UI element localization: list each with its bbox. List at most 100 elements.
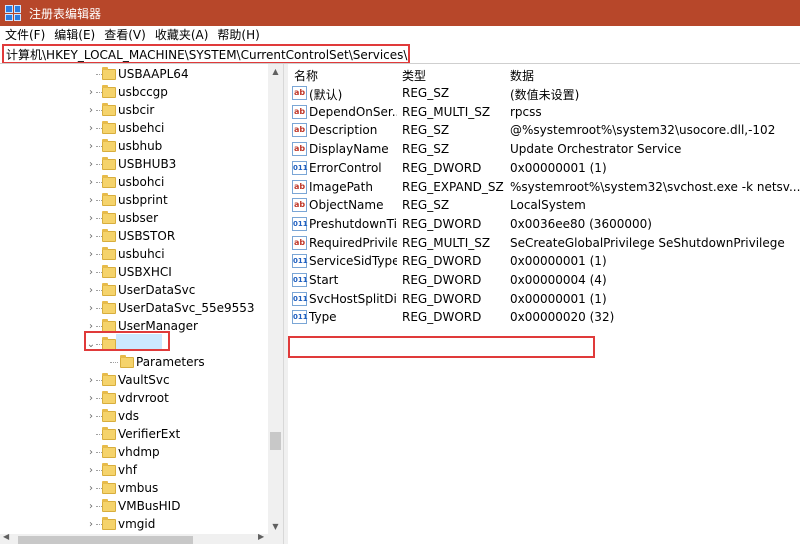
tree-item-label: usbprint xyxy=(118,193,168,207)
value-row[interactable]: 011SvcHostSplitDi... REG_DWORD 0x00000001 … xyxy=(288,290,800,309)
chevron-right-icon[interactable]: › xyxy=(86,141,96,152)
folder-icon xyxy=(102,444,116,458)
string-value-icon: ab xyxy=(292,198,307,213)
tree-item[interactable]: › UserDataSvc_55e9553 xyxy=(0,299,268,317)
tree-scroll-thumb[interactable] xyxy=(270,432,281,450)
string-value-icon: ab xyxy=(292,86,307,100)
tree-item[interactable]: › usbehci xyxy=(0,119,268,137)
tree-vertical-scrollbar[interactable]: ▲ ▼ xyxy=(268,64,283,534)
chevron-right-icon[interactable]: › xyxy=(86,393,96,404)
tree-item[interactable]: › vds xyxy=(0,407,268,425)
tree-item-label: VerifierExt xyxy=(118,427,181,441)
scroll-left-icon[interactable]: ◀ xyxy=(3,532,9,541)
folder-icon xyxy=(102,120,116,134)
scroll-up-icon[interactable]: ▲ xyxy=(268,64,283,79)
scroll-right-icon[interactable]: ▶ xyxy=(258,532,264,541)
value-data: 0x00000001 (1) xyxy=(510,160,607,175)
value-row[interactable]: ab (默认) REG_SZ (数值未设置) xyxy=(288,84,800,103)
folder-icon xyxy=(102,480,116,494)
tree-item[interactable]: VerifierExt xyxy=(0,425,268,443)
tree-item-label: usbcir xyxy=(118,103,155,117)
folder-icon xyxy=(102,156,116,170)
tree-item[interactable]: › VaultSvc xyxy=(0,371,268,389)
tree-item[interactable]: › vhf xyxy=(0,461,268,479)
tree-item-label: vhf xyxy=(118,463,137,477)
value-row[interactable]: 011 ErrorControl REG_DWORD 0x00000001 (1) xyxy=(288,159,800,178)
chevron-right-icon[interactable]: › xyxy=(86,375,96,386)
value-row[interactable]: ab ObjectName REG_SZ LocalSystem xyxy=(288,196,800,215)
value-name: (默认) xyxy=(309,88,343,102)
chevron-right-icon[interactable]: › xyxy=(86,105,96,116)
menu-view[interactable]: 查看(V) xyxy=(99,26,150,44)
key-tree: USBAAPL64 › usbccgp › usbcir › usbehci › usbhub ›… xyxy=(0,64,283,544)
chevron-right-icon[interactable]: › xyxy=(86,213,96,224)
chevron-right-icon[interactable]: › xyxy=(86,321,96,332)
tree-item[interactable]: › usbcir xyxy=(0,101,268,119)
value-type: REG_DWORD xyxy=(402,273,482,287)
tree-item[interactable]: › usbhub xyxy=(0,137,268,155)
value-row[interactable]: 011PreshutdownTi... REG_DWORD 0x0036ee80 (… xyxy=(288,215,800,234)
chevron-right-icon[interactable]: › xyxy=(86,447,96,458)
menu-file[interactable]: 文件(F) xyxy=(0,26,49,44)
chevron-right-icon[interactable]: › xyxy=(86,195,96,206)
chevron-right-icon[interactable]: › xyxy=(86,465,96,476)
tree-hscroll-thumb[interactable] xyxy=(18,536,193,544)
tree-item[interactable]: › USBHUB3 xyxy=(0,155,268,173)
value-row[interactable]: 011 ServiceSidType REG_DWORD 0x00000001 (1) xyxy=(288,252,800,271)
value-row[interactable]: 011 Type REG_DWORD 0x00000020 (32) xyxy=(288,308,800,327)
tree-item[interactable]: › vhdmp xyxy=(0,443,268,461)
chevron-right-icon[interactable]: › xyxy=(86,159,96,170)
chevron-right-icon[interactable]: › xyxy=(86,411,96,422)
chevron-right-icon[interactable]: › xyxy=(86,519,96,530)
tree-horizontal-scrollbar[interactable]: ◀ ▶ xyxy=(0,532,283,544)
tree-item[interactable]: USBAAPL64 xyxy=(0,65,268,83)
scroll-down-icon[interactable]: ▼ xyxy=(268,519,283,534)
value-row[interactable]: ab ImagePath REG_EXPAND_SZ %systemroot%\sys… xyxy=(288,178,800,197)
menu-help[interactable]: 帮助(H) xyxy=(212,26,263,44)
chevron-right-icon[interactable]: › xyxy=(86,249,96,260)
tree-item[interactable]: › vmgid xyxy=(0,515,268,533)
chevron-right-icon[interactable]: › xyxy=(86,483,96,494)
tree-item-label: VMBusHID xyxy=(118,499,181,513)
address-bar[interactable]: 计算机\HKEY_LOCAL_MACHINE\SYSTEM\CurrentCon… xyxy=(2,44,410,64)
chevron-right-icon[interactable]: › xyxy=(86,501,96,512)
chevron-right-icon[interactable]: › xyxy=(86,285,96,296)
tree-item[interactable]: › USBXHCI xyxy=(0,263,268,281)
menu-edit[interactable]: 编辑(E) xyxy=(49,26,99,44)
chevron-right-icon[interactable]: › xyxy=(86,231,96,242)
tree-item[interactable]: › usbser xyxy=(0,209,268,227)
chevron-right-icon[interactable]: › xyxy=(86,87,96,98)
chevron-right-icon[interactable]: › xyxy=(86,267,96,278)
tree-item-label: UserDataSvc_55e9553 xyxy=(118,301,255,315)
folder-icon xyxy=(102,498,116,512)
column-data-header[interactable]: 数据 xyxy=(510,67,534,84)
value-row[interactable]: ab DependOnSer... REG_MULTI_SZ rpcss xyxy=(288,103,800,122)
tree-item[interactable]: › usbohci xyxy=(0,173,268,191)
value-row[interactable]: ab Description REG_SZ @%systemroot%\system3… xyxy=(288,121,800,140)
folder-icon xyxy=(102,264,116,278)
tree-item-label: VaultSvc xyxy=(118,373,170,387)
column-name-header[interactable]: 名称 xyxy=(294,67,318,84)
value-row[interactable]: ab DisplayName REG_SZ Update Orchestrator S… xyxy=(288,140,800,159)
column-type-header[interactable]: 类型 xyxy=(402,67,426,84)
tree-item[interactable]: › usbuhci xyxy=(0,245,268,263)
tree-item[interactable]: › vdrvroot xyxy=(0,389,268,407)
tree-item[interactable]: › USBSTOR xyxy=(0,227,268,245)
tree-item-label: USBHUB3 xyxy=(118,157,177,171)
start-value-annotation-box xyxy=(288,336,595,358)
tree-item[interactable]: Parameters xyxy=(0,353,268,371)
tree-item-label: vmgid xyxy=(118,517,156,531)
binary-value-icon: 011 xyxy=(292,216,308,231)
tree-item[interactable]: › VMBusHID xyxy=(0,497,268,515)
chevron-right-icon[interactable]: › xyxy=(86,303,96,314)
value-row[interactable]: 011 Start REG_DWORD 0x00000004 (4) xyxy=(288,271,800,290)
menu-favorites[interactable]: 收藏夹(A) xyxy=(150,26,213,44)
tree-item[interactable]: › usbccgp xyxy=(0,83,268,101)
chevron-right-icon[interactable]: › xyxy=(86,123,96,134)
chevron-right-icon[interactable]: › xyxy=(86,177,96,188)
value-row[interactable]: abRequiredPrivile... REG_MULTI_SZ SeCreate… xyxy=(288,234,800,253)
tree-item[interactable]: › UserDataSvc xyxy=(0,281,268,299)
tree-item[interactable]: › usbprint xyxy=(0,191,268,209)
tree-item[interactable]: › vmbus xyxy=(0,479,268,497)
value-data: SeCreateGlobalPrivilege SeShutdownPrivil… xyxy=(510,235,785,250)
